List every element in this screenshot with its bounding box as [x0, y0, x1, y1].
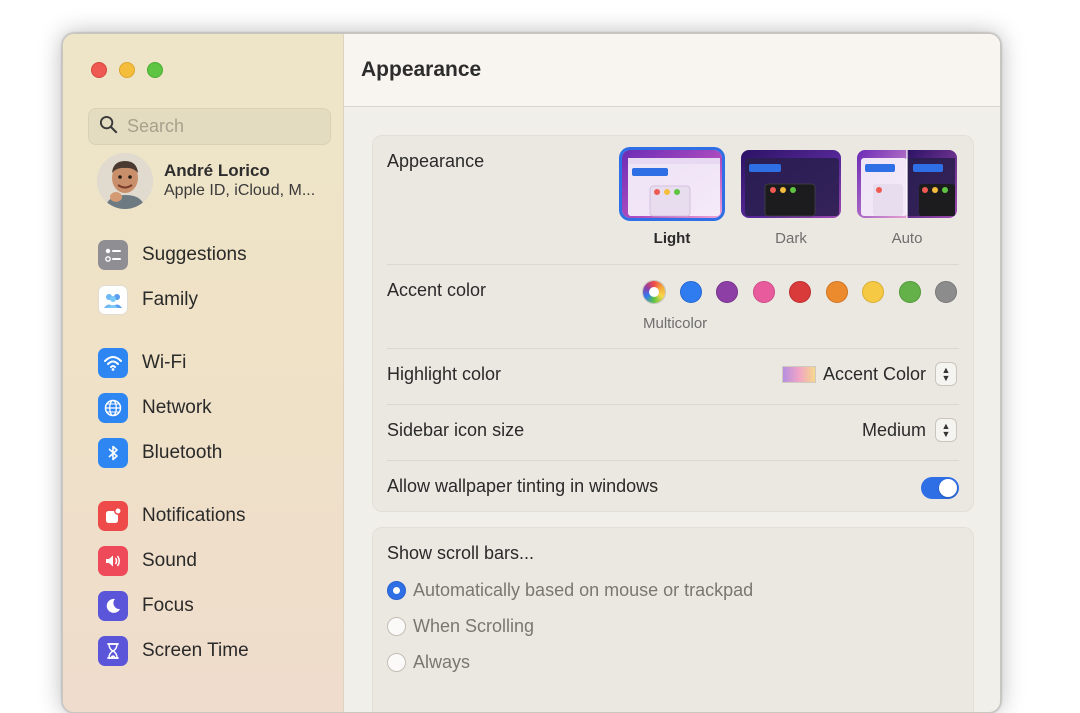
minimize-window-button[interactable] [119, 62, 135, 78]
sidebar-item-suggestions[interactable]: Suggestions [98, 238, 328, 272]
accent-color-label: Accent color [387, 280, 487, 300]
sidebar-item-label: Notifications [142, 505, 246, 526]
accent-swatch-graphite[interactable] [935, 281, 957, 303]
sidebar-item-label: Wi-Fi [142, 352, 187, 373]
speaker-icon [98, 546, 128, 576]
accent-swatch-pink[interactable] [753, 281, 775, 303]
theme-label-auto: Auto [891, 230, 923, 247]
search-input[interactable] [127, 116, 317, 137]
bell-icon [98, 501, 128, 531]
search-icon [99, 115, 118, 139]
accent-swatch-multicolor[interactable] [643, 281, 665, 303]
scroll-bars-title: Show scroll bars... [387, 543, 535, 563]
settings-window: André Lorico Apple ID, iCloud, M... Sugg… [62, 33, 1001, 713]
moon-icon [98, 591, 128, 621]
wifi-icon [98, 348, 128, 378]
light-theme-thumbnail [619, 147, 725, 221]
bluetooth-icon [98, 438, 128, 468]
radio-label: When Scrolling [413, 616, 535, 636]
sidebar-item-bluetooth[interactable]: Bluetooth [98, 436, 328, 470]
sidebar-item-label: Family [142, 289, 198, 310]
theme-label-light: Light [653, 230, 691, 247]
close-window-button[interactable] [91, 62, 107, 78]
sidebar-item-label: Suggestions [142, 244, 247, 265]
sidebar-item-focus[interactable]: Focus [98, 589, 328, 623]
radio-label: Automatically based on mouse or trackpad [413, 580, 754, 600]
family-icon [98, 285, 128, 315]
highlight-color-preview [781, 365, 816, 383]
radio-automatic[interactable]: Automatically based on mouse or trackpad [387, 580, 753, 601]
scroll-bars-group: Show scroll bars... Automatically based … [372, 527, 974, 712]
wallpaper-tinting-label: Allow wallpaper tinting in windows [387, 476, 659, 496]
radio-label: Always [413, 652, 471, 672]
sidebar-item-screen-time[interactable]: Screen Time [98, 634, 328, 668]
sidebar-item-network[interactable]: Network [98, 391, 328, 425]
sidebar-item-label: Network [142, 397, 212, 418]
sidebar-icon-size-popup[interactable]: Medium ▲ ▼ [862, 418, 957, 442]
apple-id-account[interactable]: André Lorico Apple ID, iCloud, M... [97, 153, 337, 209]
suggestions-icon [98, 240, 128, 270]
globe-icon [98, 393, 128, 423]
radio-when-scrolling[interactable]: When Scrolling [387, 616, 534, 637]
sidebar-item-sound[interactable]: Sound [98, 544, 328, 578]
highlight-color-label: Highlight color [387, 364, 502, 384]
highlight-color-popup[interactable]: Accent Color ▲ ▼ [781, 362, 957, 386]
accent-swatch-yellow[interactable] [862, 281, 884, 303]
radio-button[interactable] [387, 653, 406, 672]
popup-chevron-icon: ▲ ▼ [935, 362, 957, 386]
page-title: Appearance [361, 58, 482, 81]
main-content: Appearance Appearance Light Dark Auto Ac… [344, 34, 1000, 712]
wallpaper-tinting-toggle[interactable] [921, 477, 959, 499]
dark-theme-thumbnail [741, 150, 841, 218]
appearance-settings-group: Appearance Light Dark Auto Accent color … [372, 135, 974, 512]
radio-always[interactable]: Always [387, 652, 470, 673]
sidebar-item-notifications[interactable]: Notifications [98, 499, 328, 533]
popup-chevron-icon: ▲ ▼ [935, 418, 957, 442]
search-field[interactable] [88, 108, 331, 145]
radio-button-selected[interactable] [387, 581, 406, 600]
account-subtitle: Apple ID, iCloud, M... [164, 182, 316, 199]
sidebar-item-label: Bluetooth [142, 442, 223, 463]
highlight-color-value: Accent Color [822, 363, 926, 384]
accent-selected-caption: Multicolor [643, 315, 708, 332]
accent-swatch-red[interactable] [789, 281, 811, 303]
titlebar: Appearance [344, 34, 1000, 107]
theme-label-dark: Dark [775, 230, 807, 247]
theme-option-light[interactable]: Light [619, 147, 725, 247]
auto-theme-thumbnail [857, 150, 957, 218]
accent-swatch-green[interactable] [899, 281, 921, 303]
accent-swatch-blue[interactable] [680, 281, 702, 303]
zoom-window-button[interactable] [147, 62, 163, 78]
sidebar-item-family[interactable]: Family [98, 283, 328, 317]
sidebar-item-label: Screen Time [142, 640, 249, 661]
sidebar-item-wifi[interactable]: Wi-Fi [98, 346, 328, 380]
appearance-label: Appearance [387, 151, 485, 171]
accent-swatch-orange[interactable] [826, 281, 848, 303]
avatar [97, 153, 153, 209]
sidebar-item-label: Focus [142, 595, 194, 616]
sidebar-icon-size-value: Medium [861, 419, 926, 440]
sidebar-item-label: Sound [142, 550, 197, 571]
theme-option-auto[interactable]: Auto [857, 150, 957, 247]
sidebar-icon-size-label: Sidebar icon size [387, 420, 525, 440]
theme-option-dark[interactable]: Dark [741, 150, 841, 247]
hourglass-icon [98, 636, 128, 666]
accent-swatch-purple[interactable] [716, 281, 738, 303]
radio-button[interactable] [387, 617, 406, 636]
account-name: André Lorico [164, 161, 270, 180]
sidebar: André Lorico Apple ID, iCloud, M... Sugg… [63, 34, 344, 712]
